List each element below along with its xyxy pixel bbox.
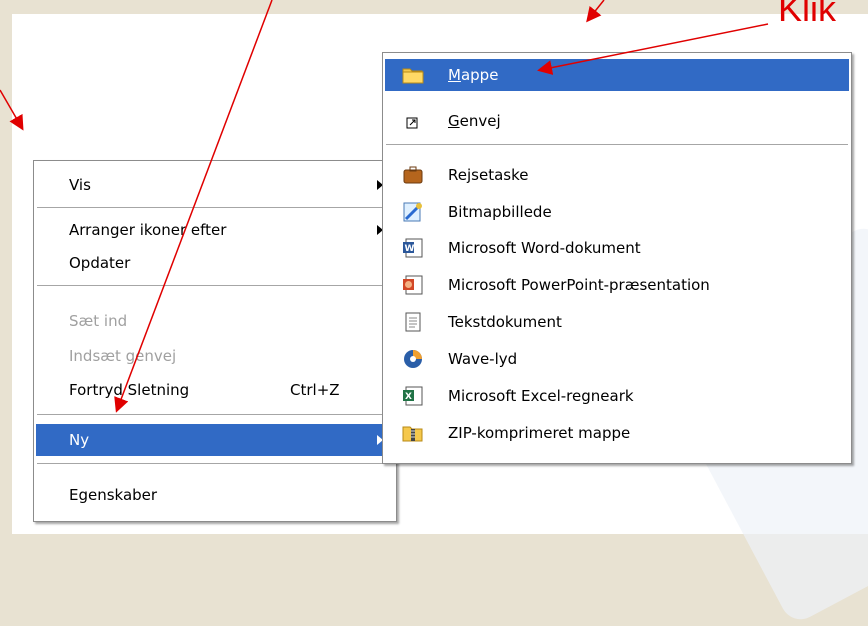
- word-icon: W: [402, 237, 424, 259]
- submenu-item-mappe[interactable]: Mappe: [385, 59, 849, 91]
- folder-icon: [402, 64, 424, 86]
- menu-item-label: Microsoft PowerPoint-præsentation: [448, 276, 710, 294]
- menu-item-label: Egenskaber: [69, 486, 158, 504]
- menu-separator: [37, 285, 393, 286]
- menu-item-label: Microsoft Word-dokument: [448, 239, 641, 257]
- submenu-item-excel[interactable]: X Microsoft Excel-regneark: [385, 380, 849, 412]
- menu-item-label: Vis: [69, 176, 91, 194]
- menu-item-opdater[interactable]: Opdater: [36, 247, 394, 279]
- menu-item-shortcut: Ctrl+Z: [290, 381, 340, 399]
- submenu-item-bitmapbillede[interactable]: Bitmapbillede: [385, 196, 849, 228]
- menu-item-label: Rejsetaske: [448, 166, 529, 184]
- menu-item-indsaet-genvej[interactable]: Indsæt genvej: [36, 340, 394, 372]
- submenu-item-powerpoint[interactable]: Microsoft PowerPoint-præsentation: [385, 269, 849, 301]
- shortcut-icon: [402, 110, 424, 132]
- menu-item-label: Bitmapbillede: [448, 203, 552, 221]
- menu-item-label: Sæt ind: [69, 312, 128, 330]
- menu-item-vis[interactable]: Vis: [36, 169, 394, 201]
- context-menu: Vis Arranger ikoner efter Opdater Sæt in…: [33, 160, 397, 522]
- new-submenu: Mappe Genvej Rejsetaske Bitmapbillede W …: [382, 52, 852, 464]
- menu-item-label: ZIP-komprimeret mappe: [448, 424, 631, 442]
- text-document-icon: [402, 311, 424, 333]
- submenu-item-rejsetaske[interactable]: Rejsetaske: [385, 159, 849, 191]
- menu-item-ny[interactable]: Ny: [36, 424, 394, 456]
- menu-item-arranger-ikoner[interactable]: Arranger ikoner efter: [36, 214, 394, 246]
- klik-annotation: Klik: [778, 0, 837, 29]
- submenu-item-zip[interactable]: ZIP-komprimeret mappe: [385, 417, 849, 449]
- svg-text:X: X: [405, 392, 412, 402]
- menu-separator: [37, 463, 393, 464]
- menu-item-label: Genvej: [448, 112, 501, 130]
- briefcase-icon: [402, 164, 424, 186]
- menu-item-saet-ind[interactable]: Sæt ind: [36, 305, 394, 337]
- menu-separator: [386, 144, 848, 145]
- menu-item-label: Tekstdokument: [448, 313, 562, 331]
- wave-sound-icon: [402, 348, 424, 370]
- menu-item-label: Wave-lyd: [448, 350, 518, 368]
- menu-item-fortryd-sletning[interactable]: Fortryd Sletning Ctrl+Z: [36, 374, 394, 406]
- bitmap-icon: [402, 201, 424, 223]
- menu-item-label: Microsoft Excel-regneark: [448, 387, 634, 405]
- menu-item-egenskaber[interactable]: Egenskaber: [36, 479, 394, 511]
- svg-text:W: W: [405, 244, 415, 254]
- powerpoint-icon: [402, 274, 424, 296]
- submenu-item-genvej[interactable]: Genvej: [385, 105, 849, 137]
- menu-item-label: Mappe: [448, 66, 499, 84]
- excel-icon: X: [402, 385, 424, 407]
- menu-item-label: Fortryd Sletning: [69, 381, 190, 399]
- menu-separator: [37, 207, 393, 208]
- submenu-item-tekstdokument[interactable]: Tekstdokument: [385, 306, 849, 338]
- menu-item-label: Ny: [69, 431, 90, 449]
- submenu-item-word[interactable]: W Microsoft Word-dokument: [385, 232, 849, 264]
- menu-item-label: Opdater: [69, 254, 131, 272]
- menu-item-label: Arranger ikoner efter: [69, 221, 227, 239]
- submenu-item-wave-lyd[interactable]: Wave-lyd: [385, 343, 849, 375]
- menu-separator: [37, 414, 393, 415]
- zip-folder-icon: [402, 422, 424, 444]
- menu-item-label: Indsæt genvej: [69, 347, 177, 365]
